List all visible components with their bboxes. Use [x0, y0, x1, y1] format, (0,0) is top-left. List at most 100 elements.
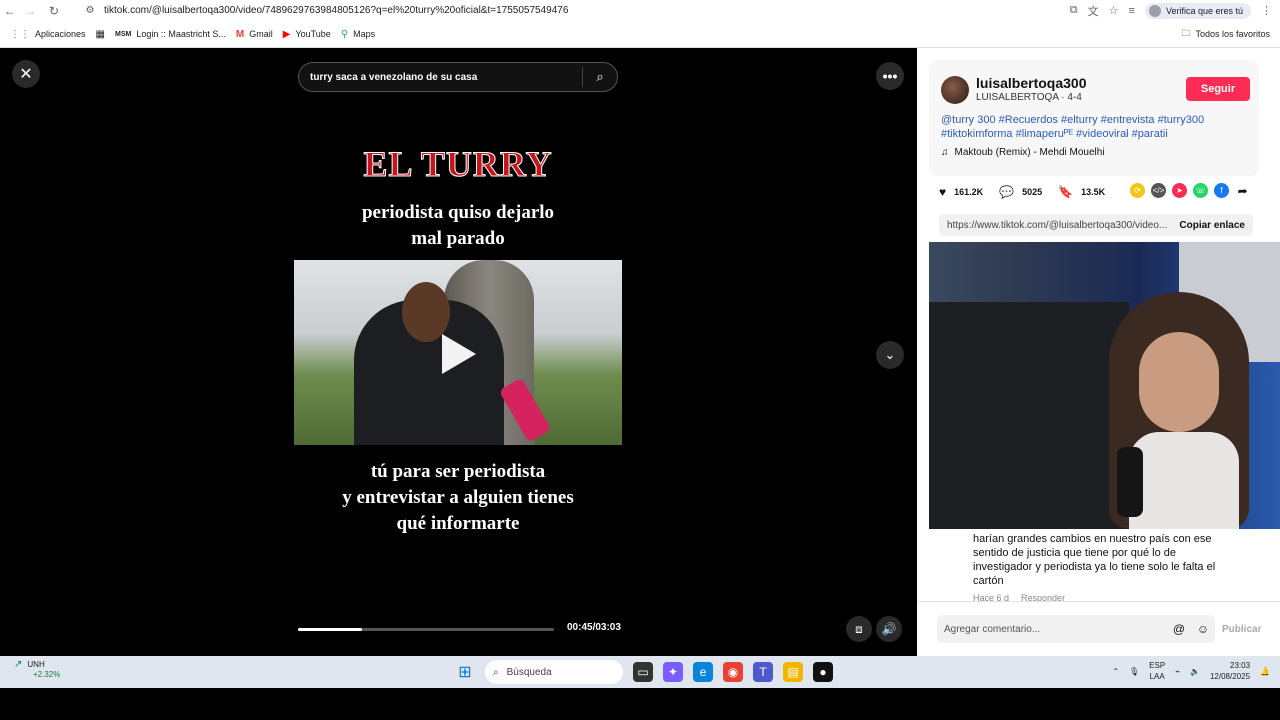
bookmark-msu[interactable]: MSM Login :: Maastricht S... [115, 29, 226, 39]
body-shape [1129, 432, 1239, 529]
stock-change: +2.32% [33, 670, 61, 679]
bookmark-grid[interactable]: ▦ [96, 29, 105, 40]
stock-widget[interactable]: ↗ UNH +2.32% [14, 659, 60, 679]
repost-icon[interactable]: ⟳ [1130, 183, 1145, 198]
copy-link-button[interactable]: Copiar enlace [1179, 220, 1245, 231]
search-icon[interactable]: ⌕ [583, 69, 617, 85]
reload-icon[interactable]: ↻ [44, 0, 64, 21]
follow-button[interactable]: Seguir [1186, 77, 1250, 101]
save-stat[interactable]: 🔖 13.5K [1058, 185, 1105, 199]
share-buttons: ⟳ </> ➤ ☏ f ➦ [1130, 183, 1250, 198]
publish-button[interactable]: Publicar [1222, 624, 1261, 635]
bookmark-label: Maps [353, 29, 376, 39]
volume-icon[interactable]: 🔊 [876, 616, 902, 642]
bookmark-apps[interactable]: ⋮⋮ Aplicaciones [10, 29, 86, 40]
teams-icon[interactable]: T [753, 662, 773, 682]
play-icon[interactable] [442, 334, 476, 374]
post-description[interactable]: @turry 300 #Recuerdos #elturry #entrevis… [941, 113, 1241, 141]
comment-placeholder[interactable]: Agregar comentario... [944, 624, 1167, 635]
caption-top-2: mal parado [411, 228, 505, 249]
bookmark-gmail[interactable]: M Gmail [236, 29, 273, 40]
progress-bar[interactable] [298, 628, 554, 631]
profile-verify-button[interactable]: Verifica que eres tú [1144, 2, 1251, 19]
like-stat[interactable]: ♥ 161.2K [939, 185, 983, 199]
chevron-down-icon[interactable]: ⌄ [876, 341, 904, 369]
taskbar-apps: ⊞ ⌕ Búsqueda ▭ ✦ e ◉ T ▤ ● [455, 660, 833, 684]
tab-search-icon[interactable]: ≡ [1129, 5, 1135, 17]
menu-kebab-icon[interactable]: ⋮ [1261, 4, 1272, 17]
clock-date: 12/08/2025 [1209, 672, 1251, 681]
comment-icon: 💬 [999, 185, 1015, 199]
microphone-icon[interactable]: 🎙 [1129, 667, 1139, 676]
windows-start-icon[interactable]: ⊞ [455, 662, 475, 682]
video-player[interactable]: ✕ turry saca a venezolano de su casa ⌕ •… [0, 48, 917, 656]
url-text[interactable]: tiktok.com/@luisalbertoqa300/video/74896… [104, 5, 568, 16]
address-bar[interactable]: ⚙ tiktok.com/@luisalbertoqa300/video/748… [82, 1, 1142, 20]
site-info-icon[interactable]: ⚙ [82, 5, 98, 16]
save-count: 13.5K [1081, 187, 1106, 197]
msu-icon: MSM [114, 30, 132, 38]
bookmark-label: YouTube [295, 29, 331, 39]
clock-time: 23:03 [1230, 661, 1251, 670]
bookmark-label: Aplicaciones [35, 29, 86, 39]
bookmark-maps[interactable]: ⚲ Maps [341, 29, 375, 40]
username[interactable]: luisalbertoqa300 [976, 75, 1087, 91]
network-icon[interactable]: ⌁ [1175, 667, 1180, 676]
chevron-up-icon[interactable]: ⌃ [1112, 667, 1119, 676]
facebook-icon[interactable]: f [1214, 183, 1229, 198]
comment-stat[interactable]: 💬 5025 [999, 185, 1042, 199]
browser-right-tools: ⧉ 文 ☆ ≡ Verifica que eres tú ⋮ [1070, 0, 1272, 21]
music-info[interactable]: ♫ Maktoub (Remix) - Mehdi Mouelhi [941, 147, 1105, 158]
close-icon[interactable]: ✕ [12, 60, 40, 88]
video-link[interactable]: https://www.tiktok.com/@luisalbertoqa300… [947, 220, 1179, 231]
all-favorites[interactable]: 🗀 Todos los favoritos [1181, 26, 1270, 42]
file-explorer-icon[interactable]: ▤ [783, 662, 803, 682]
edge-icon[interactable]: e [693, 662, 713, 682]
comment-input[interactable]: Agregar comentario... @ ☺ [937, 615, 1215, 643]
folder-icon: 🗀 [1181, 28, 1191, 38]
user-subtitle: LUISALBERTOQA · 4-4 [976, 92, 1082, 103]
bookmark-youtube[interactable]: ▶ YouTube [283, 29, 331, 40]
taskbar-search-label: Búsqueda [506, 666, 552, 678]
lang-secondary: LAA [1149, 672, 1165, 681]
translate-icon[interactable]: 文 [1088, 3, 1099, 19]
more-options-icon[interactable]: ••• [876, 62, 904, 90]
search-input[interactable]: turry saca a venezolano de su casa [310, 72, 582, 83]
bottom-bar [0, 688, 1280, 720]
music-label: Maktoub (Remix) - Mehdi Mouelhi [954, 147, 1105, 158]
search-icon: ⌕ [493, 666, 499, 678]
back-icon[interactable]: ← [0, 0, 20, 21]
bookmark-star-icon[interactable]: ☆ [1109, 4, 1119, 17]
forward-icon[interactable]: → [20, 0, 40, 21]
clock[interactable]: 23:03 12/08/2025 [1210, 660, 1250, 682]
send-icon[interactable]: ➤ [1172, 183, 1187, 198]
engagement-stats: ♥ 161.2K 💬 5025 🔖 13.5K [939, 184, 1121, 200]
emoji-icon[interactable]: ☺ [1191, 622, 1215, 636]
embed-icon[interactable]: </> [1151, 183, 1166, 198]
verify-label: Verifica que eres tú [1165, 5, 1243, 16]
task-view-icon[interactable]: ▭ [633, 662, 653, 682]
microphone-shape [1117, 447, 1143, 517]
pip-icon[interactable]: ⧈ [846, 616, 872, 642]
face-shape [1139, 332, 1219, 432]
browser-toolbar: ← → ↻ ⚙ tiktok.com/@luisalbertoqa300/vid… [0, 0, 1280, 21]
search-bar[interactable]: turry saca a venezolano de su casa ⌕ [298, 62, 618, 92]
bookmark-label: Gmail [249, 29, 273, 39]
all-favorites-label: Todos los favoritos [1195, 29, 1270, 39]
copilot-icon[interactable]: ✦ [663, 662, 683, 682]
mention-icon[interactable]: @ [1167, 622, 1191, 636]
youtube-icon: ▶ [282, 28, 291, 40]
video-frame[interactable] [294, 260, 622, 445]
taskbar-search[interactable]: ⌕ Búsqueda [485, 660, 623, 684]
chrome-icon[interactable]: ◉ [723, 662, 743, 682]
avatar[interactable] [941, 76, 969, 104]
app-icon[interactable]: ● [813, 662, 833, 682]
share-arrow-icon[interactable]: ➦ [1235, 183, 1250, 198]
video-title-text: EL TURRY [363, 144, 553, 185]
progress-fill [298, 628, 362, 631]
notification-icon[interactable]: 🔔 [1260, 667, 1270, 676]
volume-icon[interactable]: 🔈 [1190, 667, 1200, 676]
whatsapp-icon[interactable]: ☏ [1193, 183, 1208, 198]
install-icon[interactable]: ⧉ [1070, 4, 1078, 17]
language-indicator[interactable]: ESP LAA [1149, 660, 1165, 682]
